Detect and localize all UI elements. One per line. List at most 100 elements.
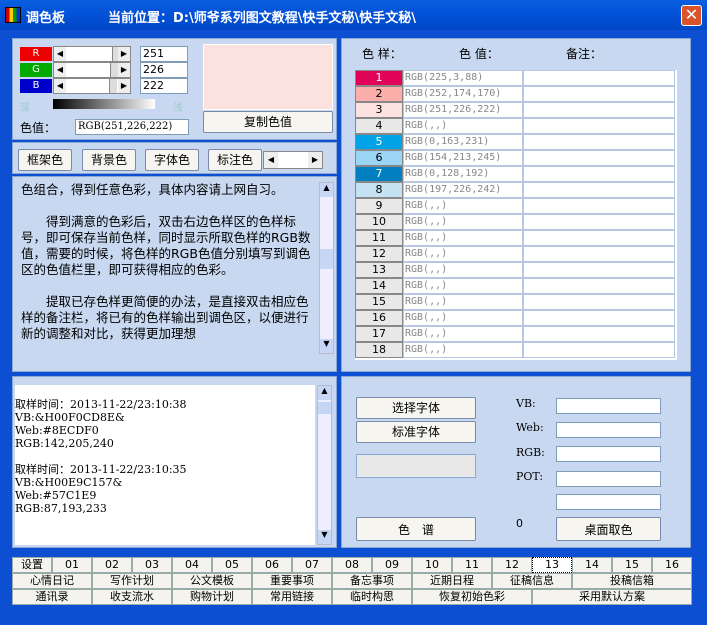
swatch-number[interactable]: 5	[355, 134, 403, 150]
swatch-note[interactable]	[523, 86, 675, 102]
swatch-number[interactable]: 11	[355, 230, 403, 246]
swatch-value[interactable]: RGB(252,174,170)	[403, 86, 523, 102]
tab-11[interactable]: 11	[452, 557, 492, 573]
swatch-value[interactable]: RGB(0,163,231)	[403, 134, 523, 150]
tab-12[interactable]: 12	[492, 557, 532, 573]
b-value-input[interactable]: 222	[140, 78, 188, 94]
tab-05[interactable]: 05	[212, 557, 252, 573]
swatch-value[interactable]: RGB(,,)	[403, 246, 523, 262]
swatch-value[interactable]: RGB(,,)	[403, 294, 523, 310]
swatch-value[interactable]: RGB(0,128,192)	[403, 166, 523, 182]
function-tab[interactable]: 购物计划	[172, 589, 252, 605]
swatch-value[interactable]: RGB(225,3,88)	[403, 70, 523, 86]
tab-15[interactable]: 15	[612, 557, 652, 573]
palette-button[interactable]: 色 谱	[356, 517, 476, 541]
swatch-value[interactable]: RGB(,,)	[403, 198, 523, 214]
function-tab[interactable]: 常用链接	[252, 589, 332, 605]
chevron-left-icon[interactable]: ◀	[264, 152, 278, 168]
swatch-note[interactable]	[523, 214, 675, 230]
frame-color-button[interactable]: 框架色	[18, 149, 72, 171]
swatch-number[interactable]: 8	[355, 182, 403, 198]
swatch-number[interactable]: 2	[355, 86, 403, 102]
swatch-note[interactable]	[523, 294, 675, 310]
function-tab[interactable]: 备忘事项	[332, 573, 412, 589]
tab-01[interactable]: 01	[52, 557, 92, 573]
function-tab[interactable]: 重要事项	[252, 573, 332, 589]
tab-06[interactable]: 06	[252, 557, 292, 573]
swatch-number[interactable]: 18	[355, 342, 403, 358]
chevron-left-icon[interactable]: ◀	[54, 63, 66, 77]
font-color-button[interactable]: 字体色	[145, 149, 199, 171]
scroll-up-icon[interactable]: ▲	[320, 183, 333, 197]
swatch-value[interactable]: RGB(197,226,242)	[403, 182, 523, 198]
target-scroller[interactable]: ◀ ▶	[263, 151, 323, 169]
swatch-number[interactable]: 12	[355, 246, 403, 262]
copy-color-button[interactable]: 复制色值	[203, 111, 333, 133]
swatch-note[interactable]	[523, 70, 675, 86]
swatch-note[interactable]	[523, 198, 675, 214]
color-value-field[interactable]: RGB(251,226,222)	[75, 119, 189, 135]
swatch-number[interactable]: 6	[355, 150, 403, 166]
swatch-number[interactable]: 3	[355, 102, 403, 118]
g-value-input[interactable]: 226	[140, 62, 188, 78]
scroll-down-icon[interactable]: ▼	[320, 339, 333, 353]
desktop-pick-button[interactable]: 桌面取色	[556, 517, 661, 541]
swatch-value[interactable]: RGB(,,)	[403, 326, 523, 342]
swatch-number[interactable]: 14	[355, 278, 403, 294]
background-color-button[interactable]: 背景色	[82, 149, 136, 171]
swatch-note[interactable]	[523, 246, 675, 262]
function-tab[interactable]: 通讯录	[12, 589, 92, 605]
web-field[interactable]	[556, 422, 661, 438]
function-tab[interactable]: 临时构思	[332, 589, 412, 605]
swatch-number[interactable]: 10	[355, 214, 403, 230]
swatch-note[interactable]	[523, 134, 675, 150]
tab-settings[interactable]: 设置	[12, 557, 52, 573]
swatch-number[interactable]: 13	[355, 262, 403, 278]
tab-04[interactable]: 04	[172, 557, 212, 573]
help-scrollbar[interactable]: ▲ ▼	[319, 182, 334, 354]
scroll-thumb[interactable]	[320, 249, 333, 269]
b-slider[interactable]: ◀ ▶	[53, 78, 131, 94]
swatch-note[interactable]	[523, 326, 675, 342]
log-scrollbar[interactable]: ▲ ▼	[317, 385, 332, 545]
swatch-value[interactable]: RGB(,,)	[403, 310, 523, 326]
rgb-field[interactable]	[556, 446, 661, 462]
tab-07[interactable]: 07	[292, 557, 332, 573]
function-tab[interactable]: 收支流水	[92, 589, 172, 605]
standard-font-button[interactable]: 标准字体	[356, 421, 476, 443]
function-tab[interactable]: 心情日记	[12, 573, 92, 589]
swatch-value[interactable]: RGB(,,)	[403, 230, 523, 246]
swatch-note[interactable]	[523, 262, 675, 278]
swatch-value[interactable]: RGB(,,)	[403, 214, 523, 230]
swatch-number[interactable]: 9	[355, 198, 403, 214]
vb-field[interactable]	[556, 398, 661, 414]
scroll-down-icon[interactable]: ▼	[318, 530, 331, 544]
pot-field[interactable]	[556, 471, 661, 487]
close-button[interactable]: ✕	[681, 5, 702, 26]
function-tab[interactable]: 恢复初始色彩	[412, 589, 532, 605]
slider-thumb[interactable]	[109, 79, 117, 93]
chevron-right-icon[interactable]: ▶	[308, 152, 322, 168]
chevron-left-icon[interactable]: ◀	[54, 79, 66, 93]
swatch-number[interactable]: 17	[355, 326, 403, 342]
function-tab[interactable]: 采用默认方案	[532, 589, 692, 605]
swatch-number[interactable]: 7	[355, 166, 403, 182]
swatch-value[interactable]: RGB(154,213,245)	[403, 150, 523, 166]
swatch-value[interactable]: RGB(,,)	[403, 262, 523, 278]
swatch-number[interactable]: 15	[355, 294, 403, 310]
swatch-note[interactable]	[523, 278, 675, 294]
tab-10[interactable]: 10	[412, 557, 452, 573]
swatch-number[interactable]: 16	[355, 310, 403, 326]
swatch-number[interactable]: 1	[355, 70, 403, 86]
function-tab[interactable]: 投稿信箱	[572, 573, 692, 589]
tab-16[interactable]: 16	[652, 557, 692, 573]
swatch-value[interactable]: RGB(251,226,222)	[403, 102, 523, 118]
swatch-value[interactable]: RGB(,,)	[403, 278, 523, 294]
swatch-note[interactable]	[523, 118, 675, 134]
r-slider[interactable]: ◀ ▶	[53, 46, 131, 62]
g-slider[interactable]: ◀ ▶	[53, 62, 131, 78]
scroll-up-icon[interactable]: ▲	[318, 386, 331, 400]
scroll-thumb[interactable]	[318, 402, 331, 414]
function-tab[interactable]: 征稿信息	[492, 573, 572, 589]
swatch-value[interactable]: RGB(,,)	[403, 342, 523, 358]
